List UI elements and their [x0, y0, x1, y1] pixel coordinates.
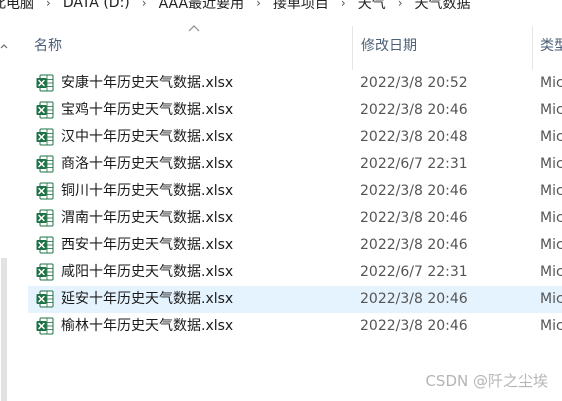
file-date-modified: 2022/3/8 20:46: [360, 183, 468, 199]
breadcrumb-item-weather[interactable]: 天气: [358, 0, 386, 13]
breadcrumb-item-weather-data[interactable]: 天气数据: [415, 0, 471, 13]
breadcrumb-item-aaa[interactable]: AAA最近要用: [159, 0, 245, 13]
file-type: Mic: [540, 210, 562, 226]
watermark: CSDN @阡之尘埃: [425, 372, 548, 390]
file-date-modified: 2022/3/8 20:46: [360, 210, 468, 226]
excel-file-icon: [36, 290, 54, 308]
file-row[interactable]: 铜川十年历史天气数据.xlsx 2022/3/8 20:46 Mic: [28, 178, 562, 205]
file-row[interactable]: 宝鸡十年历史天气数据.xlsx 2022/3/8 20:46 Mic: [28, 97, 562, 124]
breadcrumb-item-projects[interactable]: 接单项目: [273, 0, 329, 13]
file-date-modified: 2022/3/8 20:46: [360, 237, 468, 253]
file-name: 榆林十年历史天气数据.xlsx: [61, 318, 234, 334]
excel-file-icon: [36, 263, 54, 281]
excel-file-icon: [36, 317, 54, 335]
file-row[interactable]: 汉中十年历史天气数据.xlsx 2022/3/8 20:48 Mic: [28, 124, 562, 151]
scrollbar-thumb[interactable]: [1, 258, 7, 401]
column-header-date-modified[interactable]: 修改日期: [361, 18, 531, 72]
file-type: Mic: [540, 318, 562, 334]
file-type: Mic: [540, 129, 562, 145]
file-type: Mic: [540, 291, 562, 307]
excel-file-icon: [36, 155, 54, 173]
navigation-pane-scrollbar[interactable]: [0, 18, 8, 401]
breadcrumb-separator-icon[interactable]: ›: [256, 0, 261, 10]
column-header-name[interactable]: 名称: [34, 18, 354, 72]
file-type: Mic: [540, 156, 562, 172]
file-explorer-window: 此电脑 › DATA (D:) › AAA最近要用 › 接单项目 › 天气 › …: [0, 0, 562, 401]
column-header-type[interactable]: 类型: [540, 18, 562, 72]
file-row[interactable]: 榆林十年历史天气数据.xlsx 2022/3/8 20:46 Mic: [28, 313, 562, 340]
excel-file-icon: [36, 74, 54, 92]
file-type: Mic: [540, 183, 562, 199]
file-name: 渭南十年历史天气数据.xlsx: [61, 210, 234, 226]
file-type: Mic: [540, 102, 562, 118]
file-date-modified: 2022/3/8 20:46: [360, 102, 468, 118]
breadcrumb-separator-icon[interactable]: ›: [341, 0, 346, 10]
file-name: 西安十年历史天气数据.xlsx: [61, 237, 234, 253]
file-row[interactable]: 渭南十年历史天气数据.xlsx 2022/3/8 20:46 Mic: [28, 205, 562, 232]
scroll-up-icon[interactable]: [0, 42, 8, 52]
file-row[interactable]: 咸阳十年历史天气数据.xlsx 2022/6/7 22:31 Mic: [28, 259, 562, 286]
file-date-modified: 2022/3/8 20:48: [360, 129, 468, 145]
file-date-modified: 2022/6/7 22:31: [360, 264, 468, 280]
file-type: Mic: [540, 237, 562, 253]
file-date-modified: 2022/3/8 20:46: [360, 318, 468, 334]
excel-file-icon: [36, 128, 54, 146]
file-name: 延安十年历史天气数据.xlsx: [61, 291, 234, 307]
excel-file-icon: [36, 209, 54, 227]
column-divider[interactable]: [352, 26, 353, 70]
file-row[interactable]: 商洛十年历史天气数据.xlsx 2022/6/7 22:31 Mic: [28, 151, 562, 178]
file-row[interactable]: 西安十年历史天气数据.xlsx 2022/3/8 20:46 Mic: [28, 232, 562, 259]
breadcrumb-item-data-drive[interactable]: DATA (D:): [63, 0, 130, 11]
file-date-modified: 2022/3/8 20:46: [360, 291, 468, 307]
breadcrumb-separator-icon[interactable]: ›: [398, 0, 403, 10]
file-type: Mic: [540, 75, 562, 91]
file-name: 咸阳十年历史天气数据.xlsx: [61, 264, 234, 280]
breadcrumb: 此电脑 › DATA (D:) › AAA最近要用 › 接单项目 › 天气 › …: [0, 0, 562, 12]
file-name: 安康十年历史天气数据.xlsx: [61, 75, 234, 91]
file-name: 汉中十年历史天气数据.xlsx: [61, 129, 234, 145]
file-date-modified: 2022/6/7 22:31: [360, 156, 468, 172]
file-type: Mic: [540, 264, 562, 280]
column-header-row: 名称 修改日期 类型: [8, 18, 562, 72]
excel-file-icon: [36, 236, 54, 254]
file-row[interactable]: 安康十年历史天气数据.xlsx 2022/3/8 20:52 Mic: [28, 70, 562, 97]
file-date-modified: 2022/3/8 20:52: [360, 75, 468, 91]
file-name: 商洛十年历史天气数据.xlsx: [61, 156, 234, 172]
file-name: 宝鸡十年历史天气数据.xlsx: [61, 102, 234, 118]
breadcrumb-separator-icon[interactable]: ›: [46, 0, 51, 10]
excel-file-icon: [36, 182, 54, 200]
excel-file-icon: [36, 101, 54, 119]
breadcrumb-separator-icon[interactable]: ›: [142, 0, 147, 10]
breadcrumb-item-this-pc[interactable]: 此电脑: [0, 0, 34, 13]
column-divider[interactable]: [532, 26, 533, 70]
file-name: 铜川十年历史天气数据.xlsx: [61, 183, 234, 199]
file-row[interactable]: 延安十年历史天气数据.xlsx 2022/3/8 20:46 Mic: [28, 286, 562, 313]
